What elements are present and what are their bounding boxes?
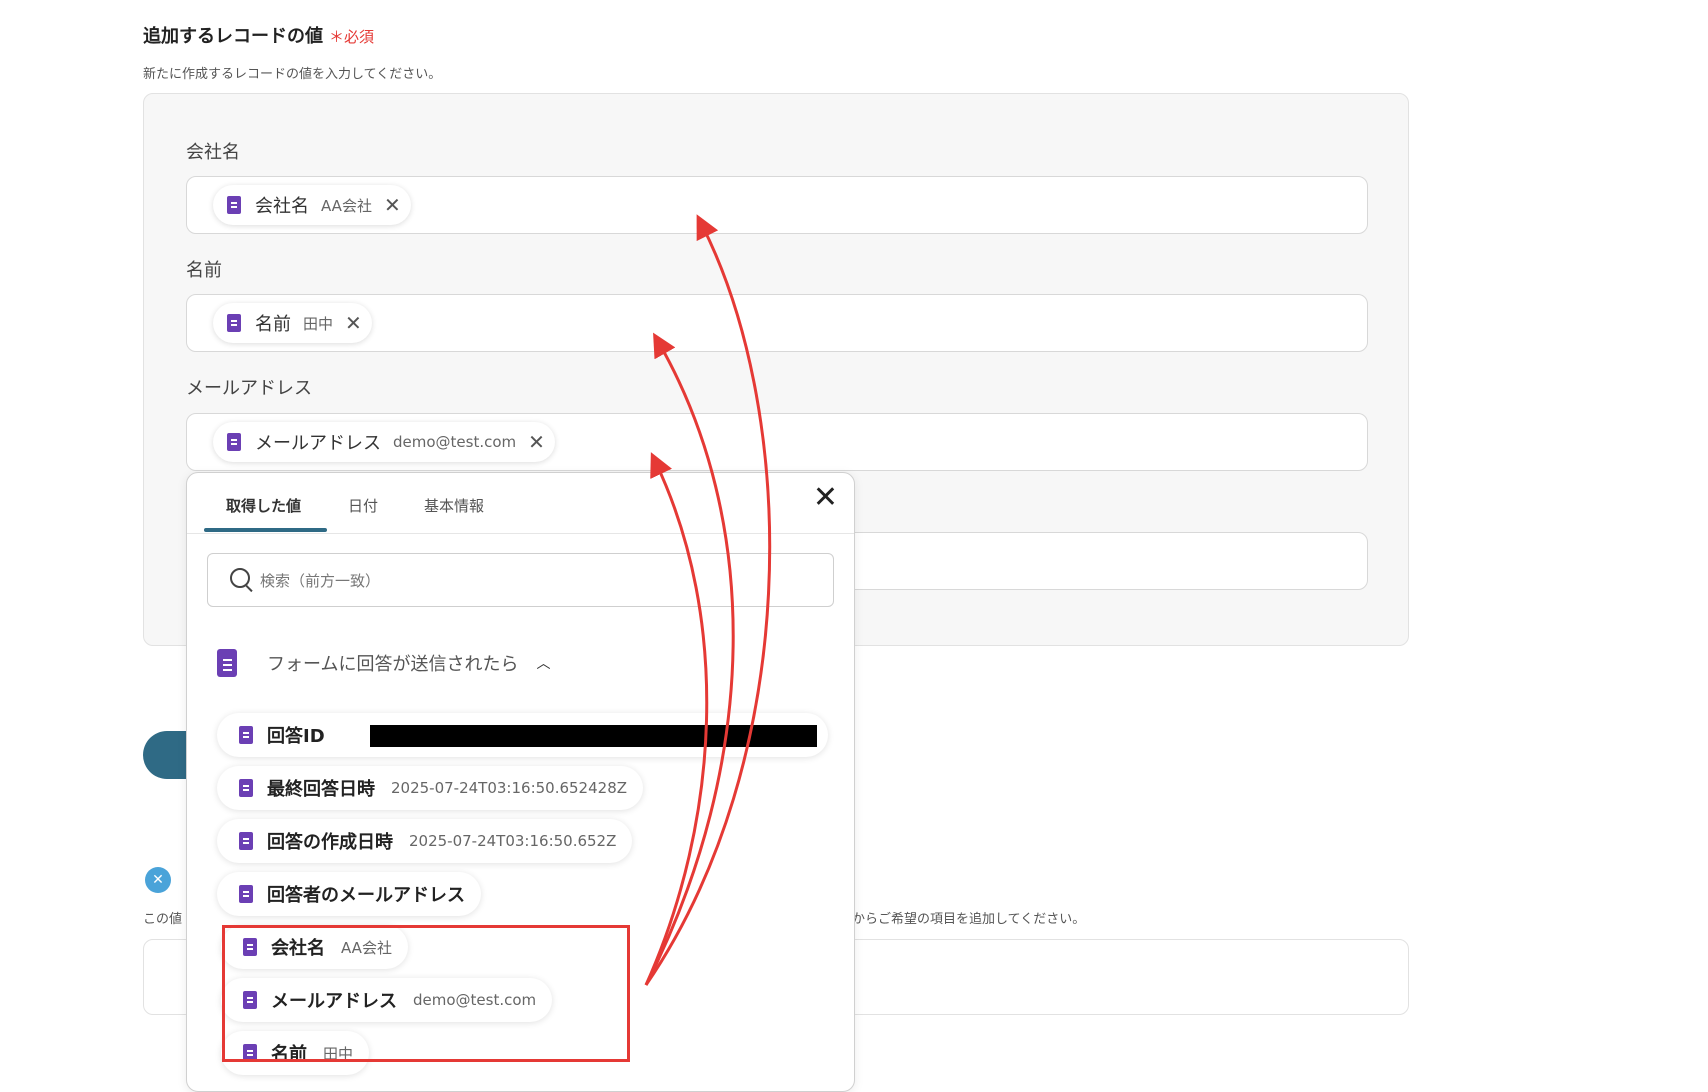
arrow-to-name [644, 332, 735, 986]
arrow-to-email [644, 452, 709, 986]
arrow-to-company [644, 214, 772, 986]
annotation-arrows [644, 214, 772, 986]
